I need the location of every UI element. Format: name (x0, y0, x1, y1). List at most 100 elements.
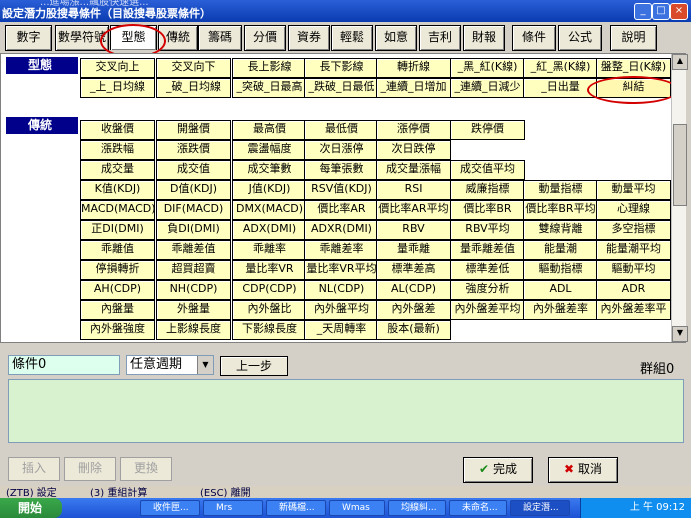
traditional-item[interactable]: RBV平均 (450, 220, 525, 240)
traditional-item[interactable]: 成交值平均 (450, 160, 525, 180)
traditional-item[interactable]: ADR (596, 280, 671, 300)
tab-price-levels[interactable]: 分價 (244, 25, 286, 51)
scroll-down-icon[interactable]: ▼ (672, 326, 688, 342)
tab-margin[interactable]: 資券 (288, 25, 330, 51)
traditional-item[interactable]: 停損轉折 (80, 260, 155, 280)
traditional-item[interactable]: 股本(最新) (376, 320, 451, 340)
traditional-item[interactable]: 乖離差值 (156, 240, 231, 260)
traditional-item[interactable]: CDP(CDP) (232, 280, 307, 300)
traditional-item[interactable]: 成交量漲幅 (376, 160, 451, 180)
traditional-item[interactable]: 心理線 (596, 200, 671, 220)
traditional-item[interactable]: 乖離值 (80, 240, 155, 260)
tab-chips[interactable]: 籌碼 (198, 25, 242, 51)
traditional-item[interactable]: 驅動指標 (523, 260, 598, 280)
tab-help[interactable]: 說明 (610, 25, 657, 51)
traditional-item[interactable]: 次日跌停 (376, 140, 451, 160)
tab-math-symbols[interactable]: 數學符號 (55, 25, 109, 51)
traditional-item[interactable]: DIF(MACD) (156, 200, 231, 220)
pattern-item[interactable]: 長下影線 (304, 58, 379, 78)
traditional-item[interactable]: 量乖離 (376, 240, 451, 260)
traditional-item[interactable]: 動量平均 (596, 180, 671, 200)
traditional-item[interactable]: NH(CDP) (156, 280, 231, 300)
traditional-item[interactable]: 每筆張數 (304, 160, 379, 180)
taskbar-item-active[interactable]: 設定潛... (510, 500, 570, 516)
pattern-item[interactable]: _紅_黑(K線) (523, 58, 598, 78)
traditional-item[interactable]: 上影線長度 (156, 320, 231, 340)
traditional-item[interactable]: 強度分析 (450, 280, 525, 300)
traditional-item[interactable]: 內外盤差平均 (450, 300, 525, 320)
taskbar-item[interactable]: Mrs (203, 500, 263, 516)
scroll-thumb[interactable] (673, 124, 687, 206)
tab-formula[interactable]: 公式 (558, 25, 602, 51)
pattern-item[interactable]: _突破_日最高 (232, 78, 307, 98)
traditional-item[interactable]: AH(CDP) (80, 280, 155, 300)
condition-editor-area[interactable] (8, 379, 684, 443)
period-select[interactable]: 任意週期 ▼ (126, 355, 214, 375)
traditional-item[interactable]: 量比率VR平均 (304, 260, 379, 280)
traditional-item[interactable]: MACD(MACD) (80, 200, 155, 220)
chevron-down-icon[interactable]: ▼ (197, 356, 213, 374)
traditional-item[interactable]: 驅動平均 (596, 260, 671, 280)
traditional-item[interactable]: 最高價 (232, 120, 307, 140)
pattern-item[interactable]: 盤整_日(K線) (596, 58, 671, 78)
tab-easy[interactable]: 輕鬆 (331, 25, 373, 51)
tab-conditions[interactable]: 條件 (512, 25, 556, 51)
traditional-item[interactable]: 內外盤平均 (304, 300, 379, 320)
traditional-item[interactable]: 內外盤強度 (80, 320, 155, 340)
traditional-item[interactable]: 漲跌價 (156, 140, 231, 160)
traditional-item[interactable]: ADX(DMI) (232, 220, 307, 240)
traditional-item[interactable]: 內外盤差 (376, 300, 451, 320)
traditional-item[interactable]: 量乖離差值 (450, 240, 525, 260)
pattern-item[interactable]: 交叉向上 (80, 58, 155, 78)
taskbar-item[interactable]: 新碼檔... (266, 500, 326, 516)
tab-ruyi[interactable]: 如意 (375, 25, 417, 51)
traditional-item[interactable]: K值(KDJ) (80, 180, 155, 200)
traditional-item[interactable]: 成交筆數 (232, 160, 307, 180)
traditional-item[interactable]: 收盤價 (80, 120, 155, 140)
traditional-item[interactable]: 標準差低 (450, 260, 525, 280)
traditional-item[interactable]: D值(KDJ) (156, 180, 231, 200)
cancel-button[interactable]: ✖ 取消 (548, 457, 618, 483)
delete-button[interactable]: 刪除 (64, 457, 116, 481)
pattern-item[interactable]: _黑_紅(K線) (450, 58, 525, 78)
traditional-item[interactable]: ADXR(DMI) (304, 220, 379, 240)
tab-digits[interactable]: 數字 (5, 25, 52, 51)
traditional-item[interactable]: 能量潮 (523, 240, 598, 260)
traditional-item[interactable]: 漲跌幅 (80, 140, 155, 160)
traditional-item[interactable]: 開盤價 (156, 120, 231, 140)
pattern-item[interactable]: _上_日均線 (80, 78, 155, 98)
traditional-item[interactable]: 跌停價 (450, 120, 525, 140)
pattern-item[interactable]: 交叉向下 (156, 58, 231, 78)
traditional-item[interactable]: 價比率BR平均 (523, 200, 598, 220)
previous-step-button[interactable]: 上一步 (220, 356, 288, 376)
traditional-item[interactable]: 能量潮平均 (596, 240, 671, 260)
vertical-scrollbar[interactable]: ▲ ▼ (671, 54, 688, 342)
minimize-button[interactable]: _ (634, 3, 652, 20)
traditional-item[interactable]: AL(CDP) (376, 280, 451, 300)
traditional-item[interactable]: 雙線背離 (523, 220, 598, 240)
traditional-item[interactable]: 乖離差率 (304, 240, 379, 260)
taskbar-item[interactable]: Wmas (329, 500, 385, 516)
maximize-button[interactable]: □ (652, 3, 670, 20)
traditional-item[interactable]: 量比率VR (232, 260, 307, 280)
scroll-up-icon[interactable]: ▲ (672, 54, 688, 70)
traditional-item[interactable]: 動量指標 (523, 180, 598, 200)
traditional-item[interactable]: 最低價 (304, 120, 379, 140)
traditional-item[interactable]: ADL (523, 280, 598, 300)
traditional-item[interactable]: 內外盤差率平 (596, 300, 671, 320)
taskbar-item[interactable]: 收件匣... (140, 500, 200, 516)
traditional-item[interactable]: 價比率BR (450, 200, 525, 220)
traditional-item[interactable]: 外盤量 (156, 300, 231, 320)
pattern-item-selected[interactable]: 糾結 (596, 78, 671, 98)
tab-traditional[interactable]: 傳統 (158, 25, 198, 51)
pattern-item[interactable]: _日出量 (523, 78, 598, 98)
pattern-item[interactable]: _連續_日增加 (376, 78, 451, 98)
traditional-item[interactable]: 負DI(DMI) (156, 220, 231, 240)
condition-name-field[interactable]: 條件0 (8, 355, 120, 375)
traditional-item[interactable]: RSV值(KDJ) (304, 180, 379, 200)
traditional-item[interactable]: 成交量 (80, 160, 155, 180)
done-button[interactable]: ✔ 完成 (463, 457, 533, 483)
traditional-item[interactable]: 內盤量 (80, 300, 155, 320)
traditional-item[interactable]: 正DI(DMI) (80, 220, 155, 240)
tab-financial-report[interactable]: 財報 (463, 25, 505, 51)
